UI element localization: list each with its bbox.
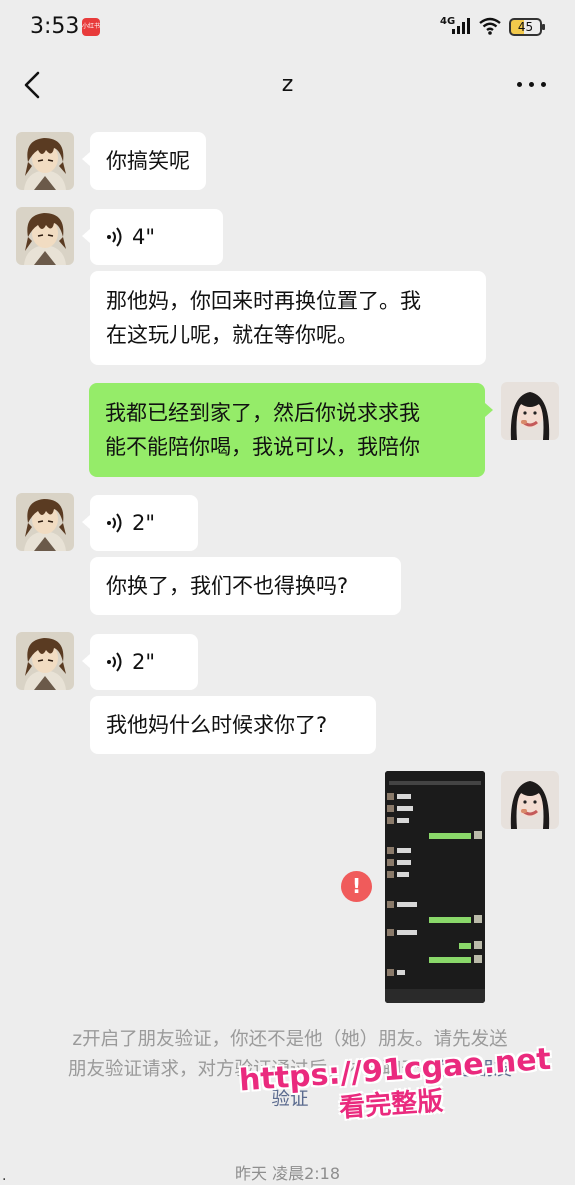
status-bar: 3:53 小红书 4G 45 xyxy=(0,0,575,56)
more-options-icon[interactable] xyxy=(515,72,549,96)
screenshot-preview-icon xyxy=(385,771,485,1003)
voice-duration: 2" xyxy=(132,511,156,535)
message-text: 我他妈什么时候求你了? xyxy=(106,713,328,737)
signal-icon xyxy=(452,18,472,34)
contact-avatar[interactable] xyxy=(16,207,74,265)
contact-avatar[interactable] xyxy=(16,132,74,190)
send-failed-icon[interactable]: ! xyxy=(341,871,372,902)
chat-header: z xyxy=(0,56,575,116)
status-time: 3:53 xyxy=(30,14,80,39)
contact-avatar[interactable] xyxy=(16,632,74,690)
my-avatar[interactable] xyxy=(501,771,559,829)
battery-level: 45 xyxy=(517,20,534,34)
my-message-bubble[interactable]: 我都已经到家了，然后你说求求我 能不能陪你喝，我说可以，我陪你 xyxy=(89,383,493,477)
battery-icon: 45 xyxy=(509,18,545,36)
voice-message-bubble[interactable]: 4" xyxy=(82,209,223,265)
voice-message-bubble[interactable]: 2" xyxy=(82,634,198,690)
voice-wave-icon xyxy=(107,652,122,672)
voice-wave-icon xyxy=(107,227,122,247)
message-text-line: 能不能陪你喝，我说可以，我陪你 xyxy=(105,435,420,459)
voice-wave-icon xyxy=(107,513,122,533)
wifi-icon xyxy=(479,17,501,35)
message-bubble[interactable]: 你换了，我们不也得换吗? xyxy=(90,557,401,615)
message-text-line: 我都已经到家了，然后你说求求我 xyxy=(105,401,420,425)
message-timestamp: 昨天 凌晨2:18 xyxy=(234,1164,341,1183)
message-text: 你换了，我们不也得换吗? xyxy=(106,574,349,598)
decorative-dot: . xyxy=(2,1168,7,1184)
message-bubble[interactable]: 你搞笑呢 xyxy=(82,132,206,190)
voice-message-bubble[interactable]: 2" xyxy=(82,495,198,551)
chat-title: z xyxy=(281,72,294,97)
image-message-thumbnail[interactable] xyxy=(385,771,485,1003)
message-bubble[interactable]: 我他妈什么时候求你了? xyxy=(90,696,376,754)
my-avatar[interactable] xyxy=(501,382,559,440)
voice-duration: 2" xyxy=(132,650,156,674)
message-text: 你搞笑呢 xyxy=(106,149,190,173)
voice-duration: 4" xyxy=(132,225,156,249)
message-bubble[interactable]: 那他妈，你回来时再换位置了。我 在这玩儿呢，就在等你呢。 xyxy=(90,271,486,365)
notification-badge-icon: 小红书 xyxy=(82,18,100,36)
message-text-line: 那他妈，你回来时再换位置了。我 xyxy=(106,289,421,313)
message-text-line: 在这玩儿呢，就在等你呢。 xyxy=(106,323,358,347)
contact-avatar[interactable] xyxy=(16,493,74,551)
